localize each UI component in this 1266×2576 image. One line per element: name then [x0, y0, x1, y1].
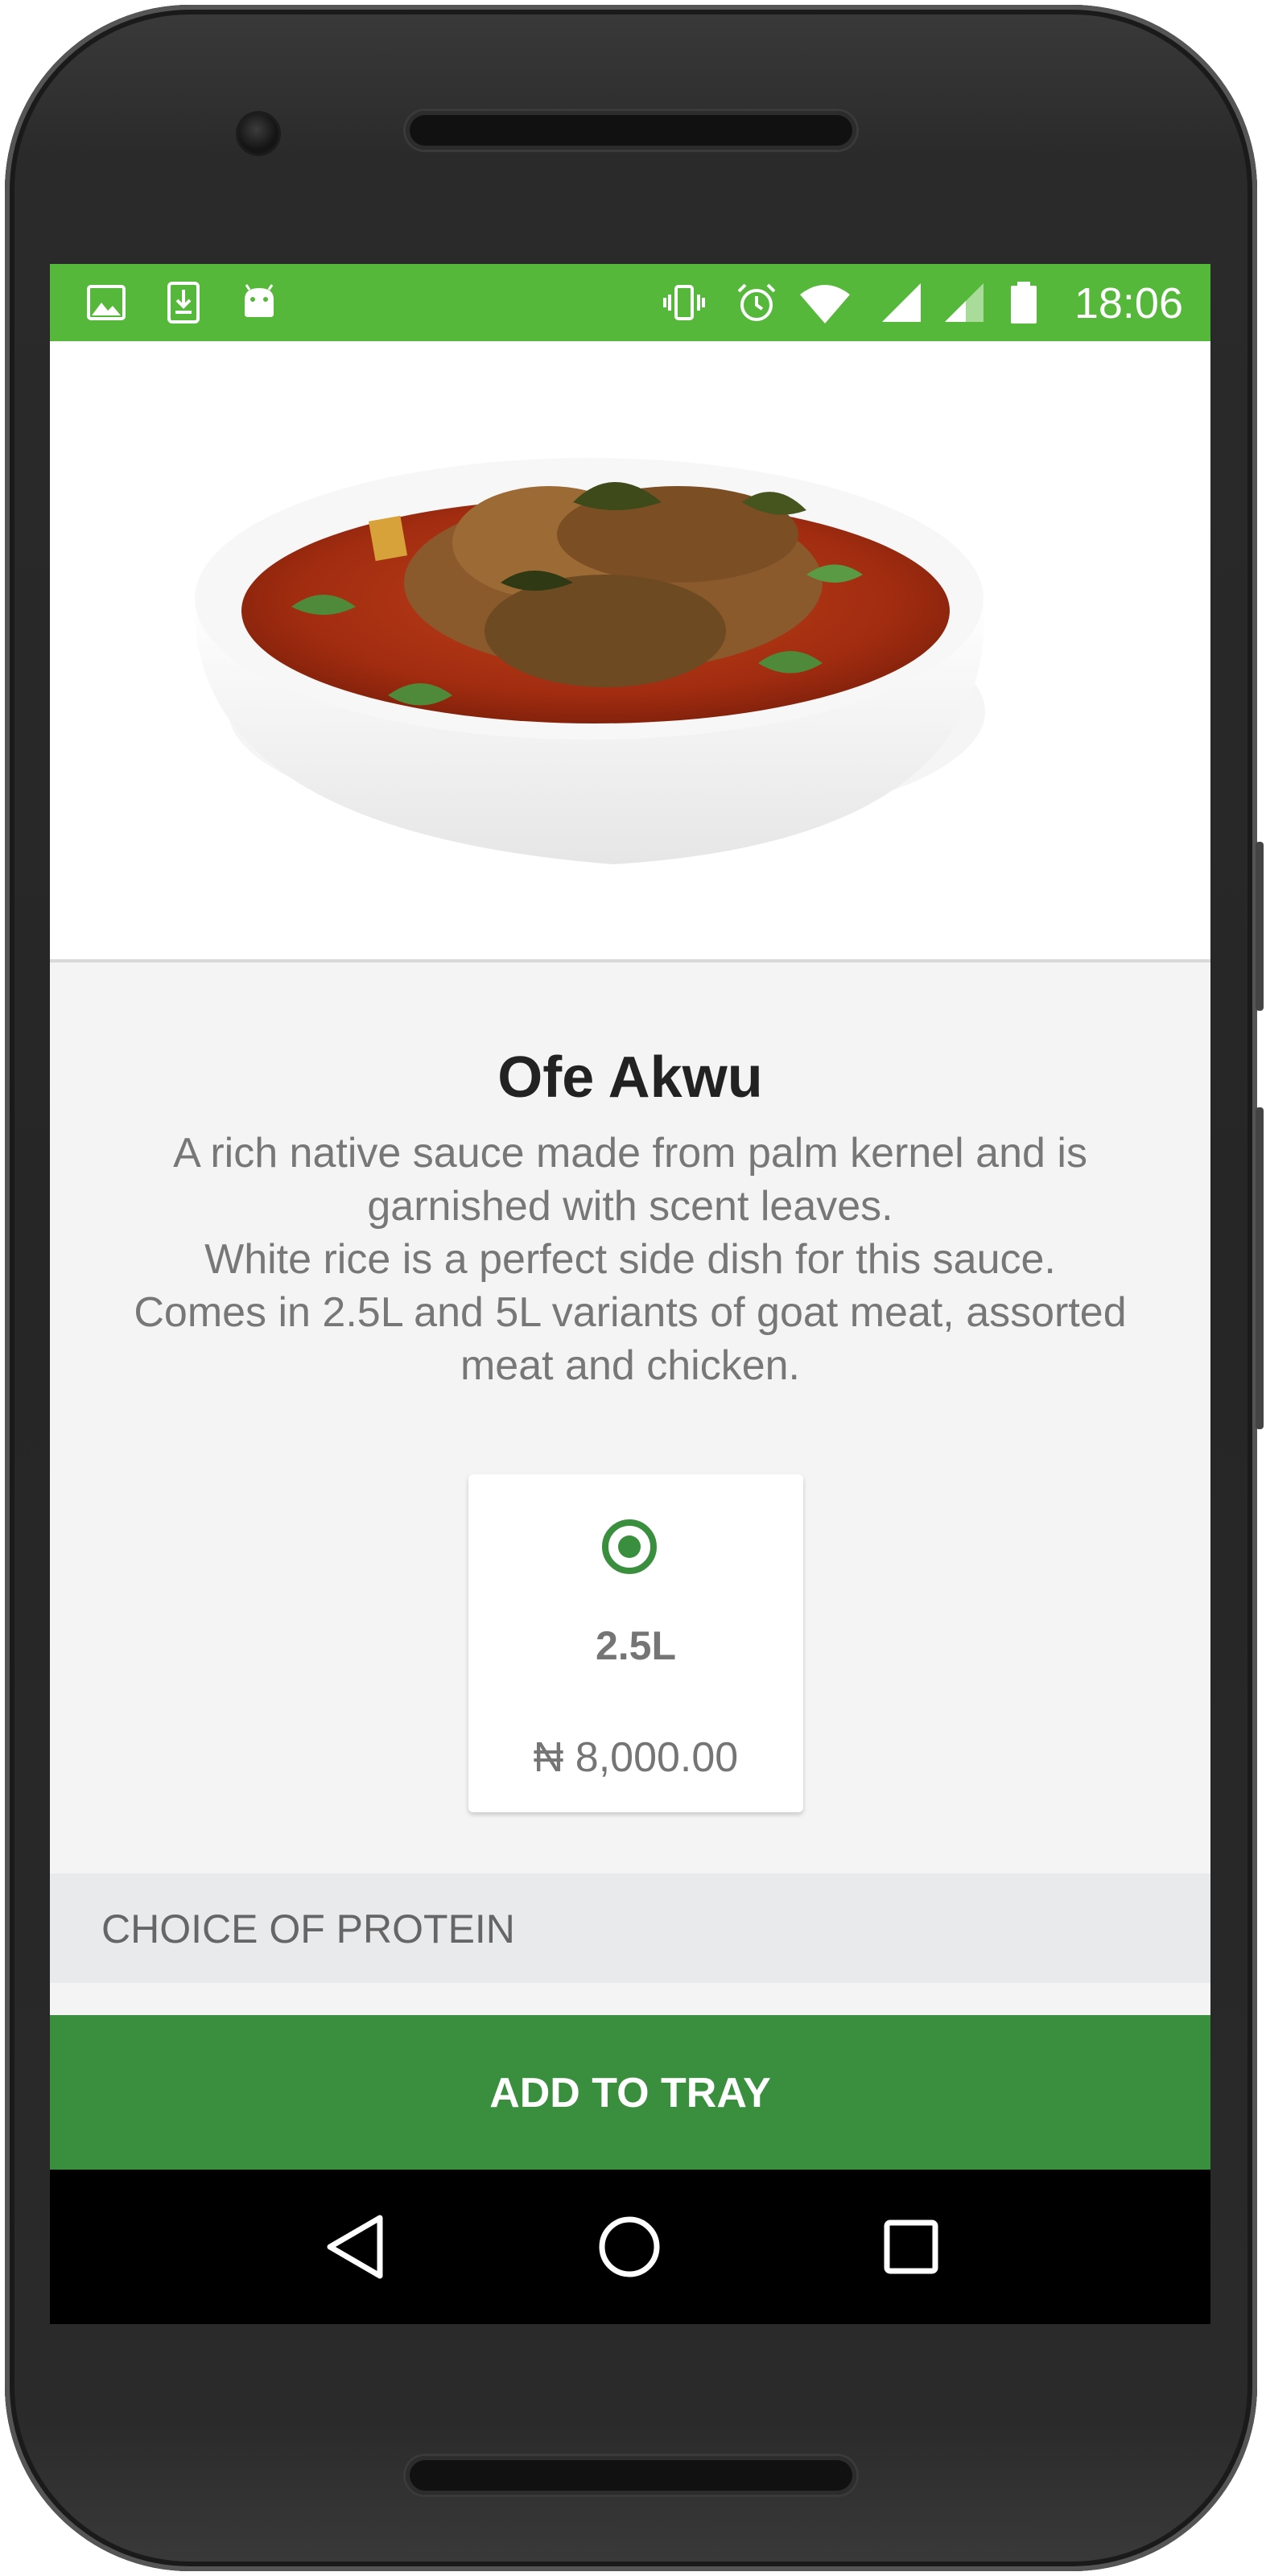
- alarm-icon: [737, 283, 776, 321]
- volume-button: [1256, 1107, 1264, 1429]
- download-icon: [167, 282, 200, 324]
- power-button: [1256, 842, 1264, 1011]
- product-description: A rich native sauce made from palm kerne…: [134, 1130, 1127, 1389]
- variant-option-card[interactable]: 2.5L ₦ 8,000.00: [468, 1474, 803, 1812]
- protein-section-label: CHOICE OF PROTEIN: [101, 1906, 515, 1952]
- image-icon: [87, 285, 126, 320]
- signal-icon: [882, 283, 921, 322]
- radio-selected-icon[interactable]: [602, 1519, 657, 1574]
- battery-icon: [1011, 282, 1037, 324]
- recents-icon[interactable]: [871, 2207, 951, 2287]
- home-icon[interactable]: [589, 2207, 670, 2287]
- navigation-bar: [50, 2170, 1210, 2324]
- product-title: Ofe Akwu: [497, 1045, 763, 1110]
- protein-section-header[interactable]: CHOICE OF PROTEIN: [50, 1873, 1210, 1983]
- status-time: 18:06: [1074, 279, 1183, 328]
- status-bar: 18:06: [50, 264, 1210, 341]
- soup-bowl-image: [195, 458, 985, 864]
- wifi-icon: [800, 285, 850, 324]
- android-icon: [245, 284, 274, 317]
- app-screen: 18:06 Ofe Akwu A rich native sauce made …: [50, 264, 1210, 2324]
- back-icon[interactable]: [315, 2207, 396, 2287]
- variant-price: ₦ 8,000.00: [533, 1734, 739, 1781]
- vibrate-icon: [663, 285, 705, 320]
- product-image: [50, 341, 1210, 962]
- top-speaker: [406, 111, 856, 150]
- add-to-tray-button[interactable]: ADD TO TRAY: [50, 2015, 1210, 2170]
- front-camera: [238, 113, 278, 154]
- bottom-speaker: [406, 2456, 856, 2495]
- variant-size: 2.5L: [595, 1623, 677, 1668]
- signal-weak-icon: [945, 283, 984, 322]
